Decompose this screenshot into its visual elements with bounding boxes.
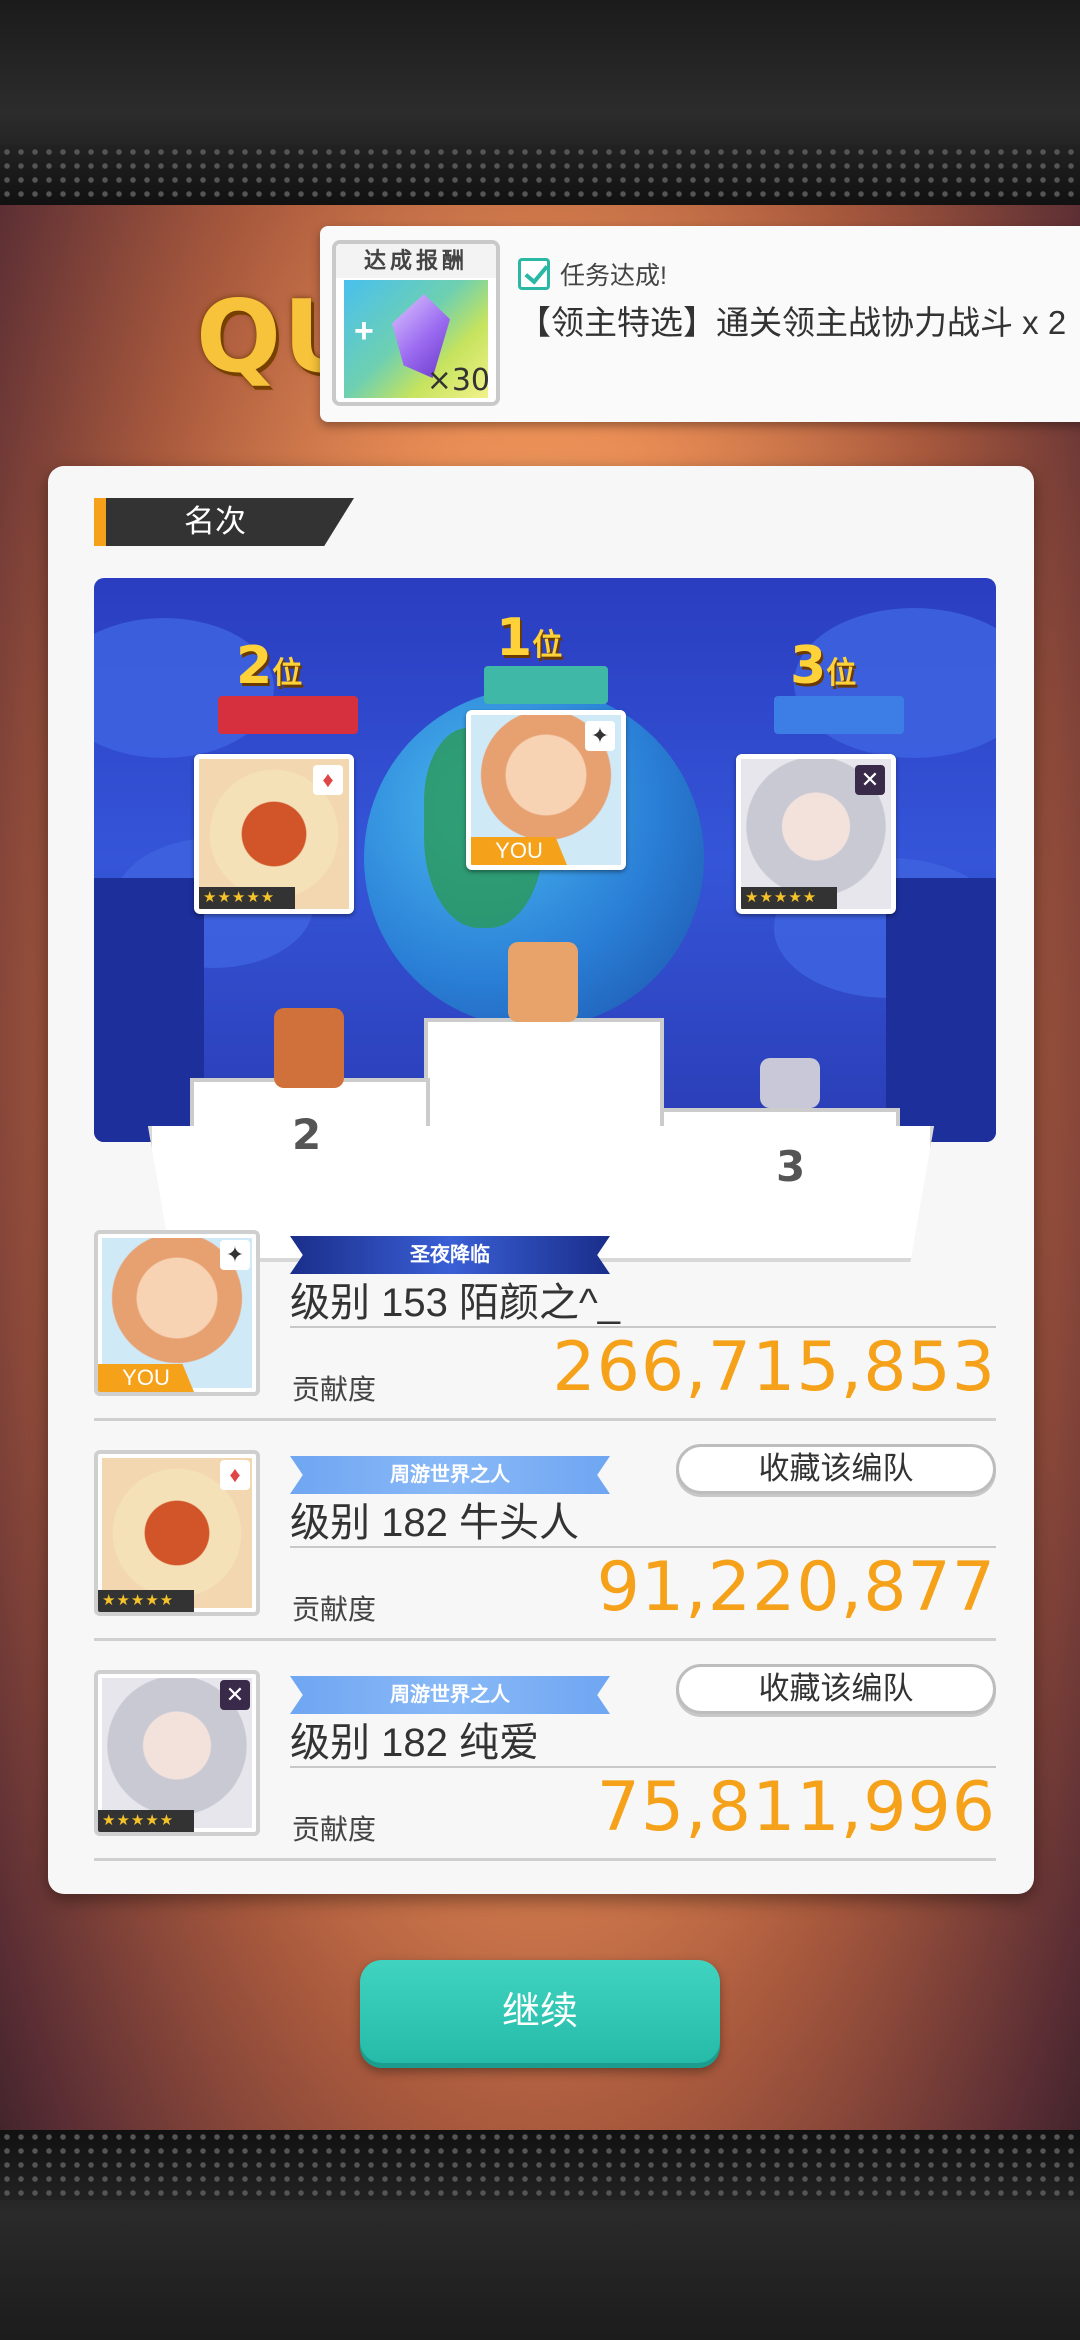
- podium-first: [424, 1018, 664, 1142]
- you-tag: YOU: [98, 1364, 194, 1392]
- ranking-row: ✕ ★★★★★ 周游世界之人 收藏该编队 级别 182 纯爱 贡献度 75,81…: [94, 1660, 996, 1874]
- favorite-team-button[interactable]: 收藏该编队: [676, 1664, 996, 1714]
- podium-number-second: 2: [292, 1110, 322, 1159]
- continue-button[interactable]: 继续: [360, 1960, 720, 2068]
- first-place-sprite: [508, 942, 578, 1022]
- third-place-sprite: [760, 1058, 820, 1108]
- contribution-label: 贡献度: [292, 1814, 377, 1845]
- contribution-score: 91,220,877: [596, 1548, 996, 1627]
- podium-scene: 1位 ✦ YOU 2位 ♦ ★★★★★ 3位 ✕ ★★★★★: [94, 578, 996, 1142]
- top-band: [0, 0, 1080, 205]
- section-header: 名次: [94, 498, 354, 546]
- you-tag: YOU: [471, 837, 567, 865]
- sparkle-icon: ✦: [220, 1240, 250, 1270]
- third-place-ribbon: [774, 696, 904, 734]
- mission-status: 任务达成!: [560, 262, 667, 290]
- player-avatar[interactable]: ✕ ★★★★★: [94, 1670, 260, 1836]
- ranking-card: 名次 1位 ✦ YOU 2位 ♦ ★★★★★ 3位 ✕ ★★★★★ 2 3 ✦ …: [48, 466, 1034, 1894]
- podium-number-third: 3: [776, 1142, 806, 1191]
- second-place-ribbon: [218, 696, 358, 734]
- first-place-ribbon: [484, 666, 608, 704]
- section-title: 名次: [106, 498, 354, 546]
- player-name: 级别 182 牛头人: [290, 1501, 579, 1545]
- mission-complete-toast[interactable]: 达成报酬 + ×30 任务达成! 【领主特选】通关领主战协力战斗 x 2: [320, 226, 1080, 422]
- third-place-label: 3位: [790, 636, 857, 696]
- ranking-row: ✦ YOU 圣夜降临 级别 153 陌颜之^_ 贡献度 266,715,853: [94, 1220, 996, 1434]
- contribution-score: 75,811,996: [596, 1768, 996, 1847]
- first-place-label: 1位: [496, 608, 563, 668]
- title-badge: 周游世界之人: [290, 1456, 610, 1494]
- rarity-stars: ★★★★★: [199, 887, 295, 909]
- third-place-portrait[interactable]: ✕ ★★★★★: [736, 754, 896, 914]
- reward-quantity: ×30: [426, 363, 490, 398]
- second-place-portrait[interactable]: ♦ ★★★★★: [194, 754, 354, 914]
- diamond-icon: ♦: [313, 765, 343, 795]
- player-name: 级别 153 陌颜之^_: [290, 1281, 620, 1325]
- favorite-team-button[interactable]: 收藏该编队: [676, 1444, 996, 1494]
- diamond-icon: ♦: [220, 1460, 250, 1490]
- second-place-sprite: [274, 1008, 344, 1088]
- second-place-label: 2位: [236, 636, 303, 696]
- player-avatar[interactable]: ♦ ★★★★★: [94, 1450, 260, 1616]
- sparkle-icon: ✦: [585, 721, 615, 751]
- contribution-label: 贡献度: [292, 1374, 377, 1405]
- dark-element-icon: ✕: [220, 1680, 250, 1710]
- reward-item: 达成报酬 + ×30: [332, 240, 500, 406]
- checkbox-icon: [518, 258, 550, 290]
- title-badge: 周游世界之人: [290, 1676, 610, 1714]
- reward-header: 达成报酬: [336, 244, 496, 278]
- mission-text: 【领主特选】通关领主战协力战斗 x 2: [518, 304, 1067, 341]
- first-place-portrait[interactable]: ✦ YOU: [466, 710, 626, 870]
- rarity-stars: ★★★★★: [98, 1590, 194, 1612]
- rarity-stars: ★★★★★: [98, 1810, 194, 1832]
- contribution-label: 贡献度: [292, 1594, 377, 1625]
- ranking-row: ♦ ★★★★★ 周游世界之人 收藏该编队 级别 182 牛头人 贡献度 91,2…: [94, 1440, 996, 1654]
- contribution-score: 266,715,853: [552, 1328, 996, 1407]
- bottom-band: [0, 2130, 1080, 2340]
- dark-element-icon: ✕: [855, 765, 885, 795]
- player-avatar[interactable]: ✦ YOU: [94, 1230, 260, 1396]
- rarity-stars: ★★★★★: [741, 887, 837, 909]
- player-name: 级别 182 纯爱: [290, 1721, 539, 1765]
- title-badge: 圣夜降临: [290, 1236, 610, 1274]
